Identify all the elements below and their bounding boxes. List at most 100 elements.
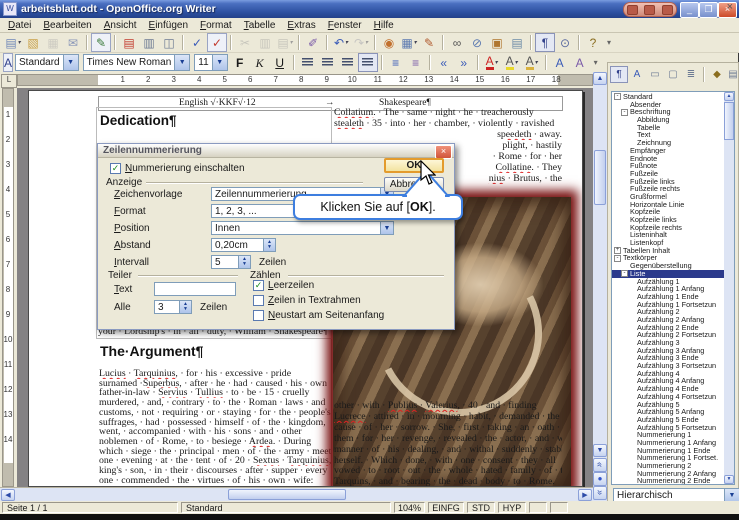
new-style-from-selection-icon[interactable]: ▤ ▾ xyxy=(726,66,739,83)
find-replace-icon[interactable]: ∞ ▾ xyxy=(447,33,467,52)
redo-icon[interactable]: ↷ ▾ xyxy=(351,33,371,52)
style-tree-item[interactable]: Kopfzeile rechts xyxy=(612,223,724,232)
new-document-icon[interactable]: ▤ ▾ xyxy=(3,33,23,52)
email-icon[interactable]: ✉ ▾ xyxy=(63,33,83,52)
save-icon[interactable]: ▦ ▾ xyxy=(43,33,63,52)
italic-icon[interactable]: K ▾ xyxy=(250,53,270,72)
autospellcheck-icon[interactable]: ✓ ▾ xyxy=(207,33,227,52)
style-filter-combo[interactable]: Hierarchisch ▼ xyxy=(611,488,739,503)
styles-window-icon[interactable]: A xyxy=(3,53,14,72)
menu-bearbeiten[interactable]: Bearbeiten xyxy=(37,19,97,32)
menu-datei[interactable]: Datei xyxy=(2,19,37,32)
tree-expand-icon[interactable]: - xyxy=(614,93,621,101)
font-name-combo[interactable]: Times New Roman ▼ xyxy=(82,54,191,71)
bullet-list-icon[interactable]: ≡ ▾ xyxy=(406,53,426,72)
status-zoom[interactable]: 104% xyxy=(394,502,425,513)
checkbox-icon[interactable] xyxy=(253,295,264,306)
dropdown-arrow-icon[interactable]: ▾ xyxy=(345,39,348,46)
font-color-icon[interactable]: A ▾ xyxy=(482,53,502,72)
spellcheck-icon[interactable]: ✓ ▾ xyxy=(187,33,207,52)
scroll-right-icon[interactable]: ▶ xyxy=(578,489,592,501)
recorder-dot-icon[interactable] xyxy=(627,4,639,15)
copy-icon[interactable]: ▥ ▾ xyxy=(255,33,275,52)
hyperlink-icon[interactable]: ◉ ▾ xyxy=(379,33,399,52)
zoom-icon[interactable]: ⊙ ▾ xyxy=(555,33,575,52)
style-tree-item[interactable]: Horizontale Linie xyxy=(612,200,724,209)
style-tree-item[interactable]: Nummerierung 2 Ende xyxy=(612,477,724,484)
window-titlebar[interactable]: W arbeitsblatt.odt - OpenOffice.org Writ… xyxy=(0,0,739,18)
cut-icon[interactable]: ✂ ▾ xyxy=(235,33,255,52)
dropdown-arrow-icon[interactable]: ▾ xyxy=(535,59,538,66)
dropdown-arrow-icon[interactable]: ▾ xyxy=(365,39,368,46)
style-tree-item[interactable]: Empfänger xyxy=(612,147,724,155)
font-effect-icon[interactable]: A ▾ xyxy=(550,53,570,72)
minimize-button[interactable]: _ xyxy=(680,2,699,18)
menu-ansicht[interactable]: Ansicht xyxy=(98,19,143,32)
toolbar-options-icon[interactable]: ▾ ▾ xyxy=(590,53,602,72)
insert-table-icon[interactable]: ▦ ▾ xyxy=(399,33,419,52)
combo-dropdown-icon[interactable]: ▼ xyxy=(62,55,78,70)
previous-page-icon[interactable]: « xyxy=(593,458,607,472)
align-right-icon[interactable]: ▾ xyxy=(338,53,358,72)
scroll-up-icon[interactable]: ▲ xyxy=(724,92,734,101)
recorder-controls[interactable] xyxy=(623,2,677,17)
paragraph-style-combo[interactable]: Standard ▼ xyxy=(15,54,79,71)
tree-expand-icon[interactable]: - xyxy=(614,254,621,262)
char-marks-icon[interactable]: A ▾ xyxy=(570,53,590,72)
increase-indent-icon[interactable]: » ▾ xyxy=(454,53,474,72)
recorder-dot-icon[interactable] xyxy=(661,4,673,15)
dropdown-arrow-icon[interactable]: ▾ xyxy=(495,59,498,66)
vertical-scrollbar[interactable]: ▲ ▼ « ● « xyxy=(593,72,607,501)
horizontal-scrollbar[interactable]: ◀ ▶ xyxy=(0,487,593,501)
align-justify-icon[interactable]: ▾ xyxy=(357,53,378,72)
interval-spinner[interactable]: 5 ▲ ▼ xyxy=(211,255,251,269)
scrollbar-thumb[interactable] xyxy=(724,102,734,140)
align-center-icon[interactable]: ▾ xyxy=(318,53,338,72)
navigation-icon[interactable]: ● xyxy=(593,472,607,486)
status-hyperlink-mode[interactable]: HYP xyxy=(498,502,526,513)
list-styles-icon[interactable]: ≣ ▾ xyxy=(682,66,700,83)
spacing-spinner[interactable]: 0,20cm ▲ ▼ xyxy=(211,238,276,252)
underline-icon[interactable]: U ▾ xyxy=(270,53,290,72)
combo-dropdown-icon[interactable]: ▼ xyxy=(381,221,394,235)
tree-expand-icon[interactable]: - xyxy=(621,270,628,278)
character-styles-icon[interactable]: A ▾ xyxy=(628,66,646,83)
scroll-down-icon[interactable]: ▼ xyxy=(593,444,607,457)
status-page-style[interactable]: Standard xyxy=(181,502,391,513)
divider-text-input[interactable] xyxy=(154,282,236,296)
align-left-icon[interactable]: ▾ xyxy=(298,53,318,72)
dropdown-arrow-icon[interactable]: ▾ xyxy=(515,59,518,66)
dropdown-arrow-icon[interactable]: ▾ xyxy=(290,39,293,46)
checkbox-icon[interactable] xyxy=(253,280,264,291)
spinner-icons[interactable]: ▲ ▼ xyxy=(264,238,276,252)
combo-dropdown-icon[interactable]: ▼ xyxy=(174,55,190,70)
count-option-checkbox[interactable]: Zeilen in Textrahmen xyxy=(253,295,384,306)
tree-expand-icon[interactable]: + xyxy=(614,247,621,255)
menu-hilfe[interactable]: Hilfe xyxy=(368,19,400,32)
style-tree-item[interactable]: Abbildung xyxy=(612,116,724,124)
menu-extras[interactable]: Extras xyxy=(281,19,321,32)
nonprinting-chars-icon[interactable]: ¶ ▾ xyxy=(535,33,555,52)
help-icon[interactable]: ? ▾ xyxy=(583,33,603,52)
style-tree-item[interactable]: Gegenüberstellung xyxy=(612,262,724,270)
page-styles-icon[interactable]: ▢ ▾ xyxy=(664,66,682,83)
spinner-icons[interactable]: ▲ ▼ xyxy=(180,300,192,314)
menu-tabelle[interactable]: Tabelle xyxy=(238,19,282,32)
open-icon[interactable]: ▧ ▾ xyxy=(23,33,43,52)
scroll-down-icon[interactable]: ▼ xyxy=(724,475,734,484)
toolbar-options-icon[interactable]: ▾ ▾ xyxy=(603,33,615,52)
menu-format[interactable]: Format xyxy=(194,19,238,32)
next-page-icon[interactable]: « xyxy=(593,486,607,500)
data-sources-icon[interactable]: ▤ ▾ xyxy=(507,33,527,52)
spinner-icons[interactable]: ▲ ▼ xyxy=(239,255,251,269)
background-color-icon[interactable]: A ▾ xyxy=(522,53,542,72)
draw-functions-icon[interactable]: ✎ ▾ xyxy=(419,33,439,52)
count-option-checkbox[interactable]: Leerzeilen xyxy=(253,280,384,291)
dropdown-arrow-icon[interactable]: ▾ xyxy=(18,39,21,46)
tab-type-selector[interactable]: L xyxy=(1,74,17,88)
export-pdf-icon[interactable]: ▤ ▾ xyxy=(119,33,139,52)
menu-fenster[interactable]: Fenster xyxy=(322,19,368,32)
frame-styles-icon[interactable]: ▭ ▾ xyxy=(646,66,664,83)
styles-list-scrollbar[interactable]: ▲ ▼ xyxy=(724,92,734,484)
dialog-close-icon[interactable]: × xyxy=(435,145,452,159)
